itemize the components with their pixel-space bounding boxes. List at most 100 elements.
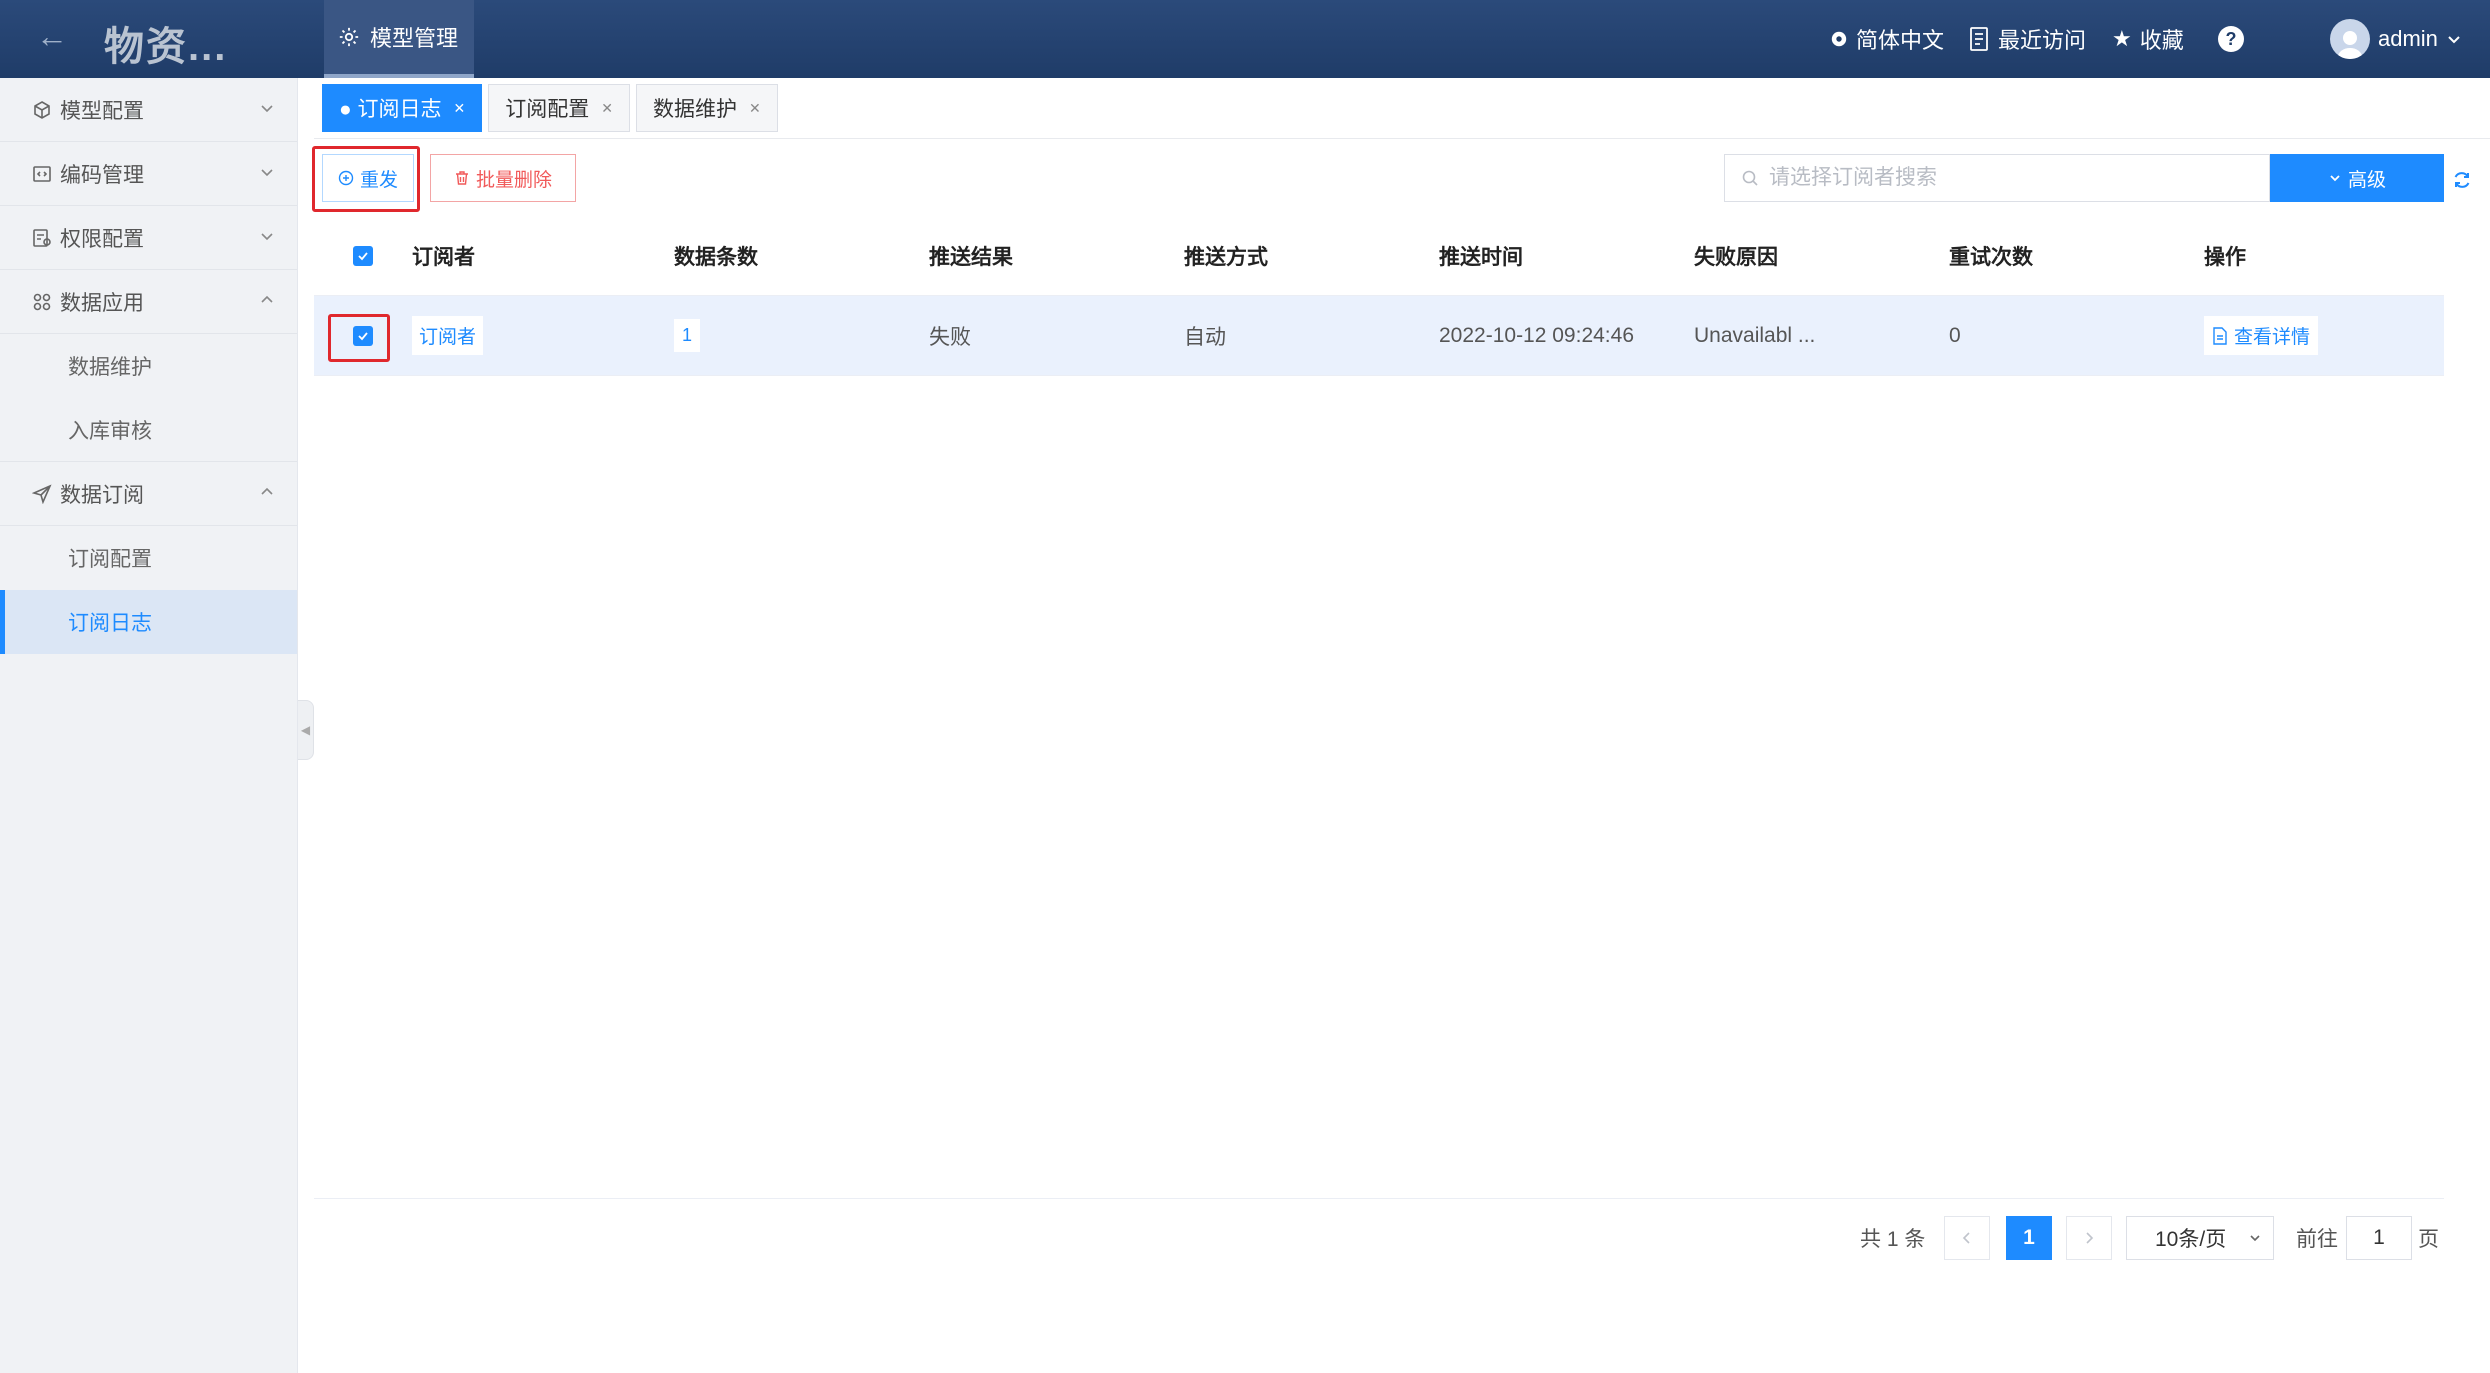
sidebar-group-label: 编码管理 bbox=[60, 163, 144, 187]
count-link[interactable]: 1 bbox=[674, 319, 701, 352]
count-cell: 1 bbox=[674, 319, 929, 352]
pagination-total: 共 1 条 bbox=[1860, 1228, 1926, 1251]
close-icon[interactable]: ✕ bbox=[601, 100, 613, 117]
view-details-label: 查看详情 bbox=[2234, 327, 2311, 348]
next-page-button[interactable] bbox=[2066, 1216, 2112, 1260]
recent-label: 最近访问 bbox=[1998, 28, 2087, 53]
chevron-down-icon bbox=[2330, 175, 2340, 182]
divider bbox=[314, 1198, 2444, 1199]
goto-label: 前往 bbox=[2296, 1228, 2338, 1251]
sidebar-group-code-management[interactable]: 编码管理 bbox=[0, 142, 297, 206]
gear-icon bbox=[339, 27, 359, 47]
sidebar-group-permission-config[interactable]: 权限配置 bbox=[0, 206, 297, 270]
favorites-label: 收藏 bbox=[2139, 28, 2184, 53]
close-icon[interactable]: ✕ bbox=[749, 100, 761, 117]
time-cell: 2022-10-12 09:24:46 bbox=[1439, 323, 1634, 347]
page-number-current[interactable]: 1 bbox=[2006, 1216, 2052, 1260]
tab-label: 订阅配置 bbox=[505, 98, 590, 121]
prev-page-button[interactable] bbox=[1944, 1216, 1990, 1260]
language-icon bbox=[1831, 31, 1847, 47]
sidebar-collapse-handle[interactable]: ◀ bbox=[298, 700, 314, 760]
favorites[interactable]: ★ 收藏 bbox=[2112, 0, 2184, 78]
language-label: 简体中文 bbox=[1856, 28, 1945, 53]
column-header-retries: 重试次数 bbox=[1949, 245, 2033, 269]
goto-page-input[interactable]: 1 bbox=[2346, 1216, 2412, 1260]
resend-button[interactable]: 重发 bbox=[322, 154, 414, 202]
refresh-icon[interactable] bbox=[2452, 170, 2472, 190]
trash-icon bbox=[455, 171, 468, 185]
sidebar-item-warehouse-review[interactable]: 入库审核 bbox=[0, 398, 297, 462]
select-all-checkbox[interactable] bbox=[353, 245, 373, 266]
back-arrow-icon[interactable]: ← bbox=[36, 18, 72, 54]
plus-circle-icon bbox=[338, 170, 354, 186]
module-tab-label: 模型管理 bbox=[370, 26, 459, 51]
chevron-down-icon bbox=[261, 169, 273, 177]
subscription-log-table: 订阅者 数据条数 推送结果 推送方式 推送时间 失败原因 重试次数 操作 订阅者… bbox=[314, 216, 2444, 376]
search-input[interactable] bbox=[1769, 166, 2249, 190]
tab-label: ● 订阅日志 bbox=[339, 98, 442, 121]
sidebar-group-label: 数据应用 bbox=[60, 291, 144, 315]
sidebar-item-subscription-log[interactable]: 订阅日志 bbox=[0, 590, 297, 654]
column-header-count: 数据条数 bbox=[674, 245, 758, 269]
chevron-up-icon bbox=[261, 295, 273, 303]
recent-visits[interactable]: 最近访问 bbox=[1968, 0, 2086, 78]
advanced-search-button[interactable]: 高级 bbox=[2270, 154, 2444, 202]
retries-cell: 0 bbox=[1949, 323, 1961, 347]
action-cell: 查看详情 bbox=[2204, 316, 2444, 355]
sidebar-group-data-subscription[interactable]: 数据订阅 bbox=[0, 462, 297, 526]
reason-cell: Unavailabl ... bbox=[1694, 323, 1816, 347]
tab-subscription-log[interactable]: ● 订阅日志 ✕ bbox=[322, 84, 483, 132]
sidebar: 模型配置 编码管理 权限配置 数据应用 数据维护 入库审核 数据订阅 订阅配置 … bbox=[0, 78, 298, 1373]
sidebar-group-data-application[interactable]: 数据应用 bbox=[0, 270, 297, 334]
tab-data-maintenance[interactable]: 数据维护 ✕ bbox=[636, 84, 778, 132]
batch-delete-button[interactable]: 批量删除 bbox=[430, 154, 576, 202]
document-list-icon bbox=[1970, 27, 1988, 51]
row-select-cell bbox=[314, 325, 412, 346]
sidebar-group-label: 模型配置 bbox=[60, 99, 144, 123]
table-row: 订阅者 1 失败 自动 2022-10-12 09:24:46 Unavaila… bbox=[314, 296, 2444, 376]
select-all-cell bbox=[314, 245, 412, 266]
subscriber-link[interactable]: 订阅者 bbox=[412, 316, 484, 355]
sidebar-group-label: 权限配置 bbox=[60, 227, 144, 251]
chevron-right-icon bbox=[2086, 1232, 2094, 1244]
top-header: ← 物资... 模型管理 简体中文 最近访问 ★ 收藏 ? admin bbox=[0, 0, 2490, 78]
permission-icon bbox=[33, 228, 51, 247]
page-size-select[interactable]: 10条/页 bbox=[2126, 1216, 2274, 1260]
app-title: 物资... bbox=[104, 25, 228, 69]
row-checkbox[interactable] bbox=[353, 325, 373, 346]
send-icon bbox=[32, 483, 52, 504]
sidebar-group-model-config[interactable]: 模型配置 bbox=[0, 78, 297, 142]
page-unit-label: 页 bbox=[2418, 1228, 2439, 1251]
chevron-down-icon bbox=[261, 105, 273, 113]
help-button[interactable]: ? bbox=[2218, 0, 2244, 78]
module-tab-model-management[interactable]: 模型管理 bbox=[324, 0, 474, 78]
cube-icon bbox=[34, 100, 50, 119]
language-switch[interactable]: 简体中文 bbox=[1830, 0, 1944, 78]
divider bbox=[314, 138, 2490, 139]
tab-subscription-config[interactable]: 订阅配置 ✕ bbox=[488, 84, 630, 132]
page-size-value: 10条/页 bbox=[2155, 1228, 2227, 1251]
code-icon bbox=[33, 165, 51, 182]
column-header-subscriber: 订阅者 bbox=[412, 245, 475, 269]
user-menu[interactable]: admin bbox=[2330, 0, 2462, 78]
column-header-reason: 失败原因 bbox=[1694, 245, 1778, 269]
help-icon: ? bbox=[2218, 26, 2244, 52]
tab-label: 数据维护 bbox=[653, 98, 737, 121]
result-cell: 失败 bbox=[929, 325, 971, 349]
sidebar-item-subscription-config[interactable]: 订阅配置 bbox=[0, 526, 297, 590]
chevron-up-icon bbox=[261, 487, 273, 495]
chevron-down-icon bbox=[2250, 1235, 2260, 1242]
page-tabs: ● 订阅日志 ✕ 订阅配置 ✕ 数据维护 ✕ bbox=[322, 84, 778, 132]
apps-icon bbox=[33, 293, 51, 310]
mode-cell: 自动 bbox=[1184, 325, 1226, 349]
batch-delete-label: 批量删除 bbox=[475, 169, 552, 191]
view-details-button[interactable]: 查看详情 bbox=[2204, 316, 2319, 355]
subscriber-search bbox=[1724, 154, 2270, 202]
sidebar-item-data-maintenance[interactable]: 数据维护 bbox=[0, 334, 297, 398]
resend-label: 重发 bbox=[359, 169, 398, 191]
column-header-time: 推送时间 bbox=[1439, 245, 1523, 269]
subscriber-cell: 订阅者 bbox=[412, 316, 674, 355]
chevron-down-icon bbox=[261, 233, 273, 241]
sidebar-group-label: 数据订阅 bbox=[60, 483, 144, 507]
close-icon[interactable]: ✕ bbox=[454, 100, 466, 117]
